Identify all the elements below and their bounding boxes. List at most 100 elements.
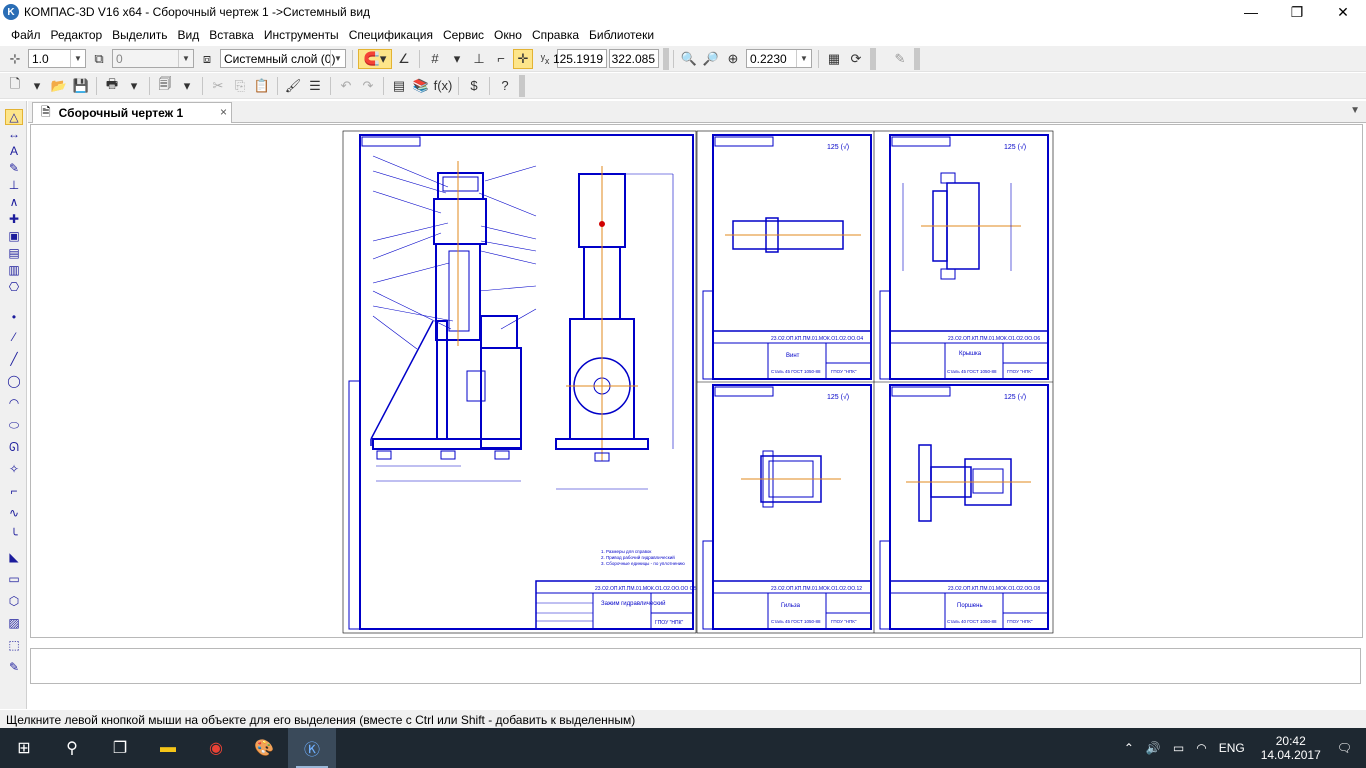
format-brush-icon[interactable]: 🖌 [283, 76, 303, 96]
properties-icon[interactable]: ✎ [890, 49, 910, 69]
zoom-all-icon[interactable]: 🔎 [701, 49, 721, 69]
drawing-sheets[interactable]: 23.О2.ОП.КП.ПМ.01.МОК.О1.О2.ОО.ОО СБ Заж… [31, 125, 1362, 637]
chrome-icon[interactable]: ◉ [192, 728, 240, 768]
variables-icon[interactable]: f(x) [433, 76, 453, 96]
continuous-input-icon[interactable]: ᘏ [5, 439, 23, 455]
clock[interactable]: 20:42 14.04.2017 [1261, 734, 1321, 762]
layers-icon[interactable]: ⧈ [197, 49, 217, 69]
preview-dropdown-icon[interactable]: ▾ [177, 76, 197, 96]
redo-icon[interactable]: ↷ [358, 76, 378, 96]
toolbar-grip[interactable] [914, 47, 920, 70]
tab-assembly-drawing[interactable]: 🗎 Сборочный чертеж 1 × [32, 102, 232, 123]
menu-select[interactable]: Выделить [107, 28, 172, 42]
save-icon[interactable]: 💾 [71, 76, 91, 96]
zoom-in-icon[interactable]: ⊕ [723, 49, 743, 69]
hatch-icon[interactable]: ▨ [5, 615, 23, 631]
drawing-canvas[interactable]: 23.О2.ОП.КП.ПМ.01.МОК.О1.О2.ОО.ОО СБ Заж… [30, 124, 1363, 638]
properties-list-icon[interactable]: ☰ [305, 76, 325, 96]
segment-icon[interactable]: ╱ [5, 351, 23, 367]
menu-service[interactable]: Сервис [438, 28, 489, 42]
rectangle-icon[interactable]: ▭ [5, 571, 23, 587]
new-document-icon[interactable]: 🗋 [5, 76, 25, 96]
zoom-combo[interactable]: 0.2230 ▼ [746, 49, 812, 68]
dimensions-tool-icon[interactable]: ↔ [5, 126, 23, 142]
close-button[interactable]: ✕ [1320, 0, 1366, 24]
report-tool-icon[interactable]: ▥ [5, 262, 23, 278]
maximize-button[interactable]: ❐ [1274, 0, 1320, 24]
insert-tool-icon[interactable]: ⎔ [5, 279, 23, 295]
menu-libraries[interactable]: Библиотеки [584, 28, 659, 42]
menu-view[interactable]: Вид [173, 28, 205, 42]
windows-start-icon[interactable]: ⊞ [0, 728, 48, 768]
symbols-tool-icon[interactable]: A [5, 143, 23, 159]
polyline-icon[interactable]: ⌐ [5, 483, 23, 499]
tab-list-icon[interactable]: ▼ [1350, 105, 1360, 116]
menu-file[interactable]: Файл [6, 28, 46, 42]
geometry-tool-icon[interactable]: △ [5, 109, 23, 125]
bezier-icon[interactable]: ∿ [5, 505, 23, 521]
new-dropdown-icon[interactable]: ▾ [27, 76, 47, 96]
menu-specification[interactable]: Спецификация [344, 28, 438, 42]
zoom-window-icon[interactable]: 🔍 [679, 49, 699, 69]
chevron-up-icon[interactable]: ⌃ [1124, 741, 1134, 755]
round-icon[interactable]: ✛ [513, 48, 533, 69]
coord-y-field[interactable]: 322.085 [609, 49, 659, 68]
print-dropdown-icon[interactable]: ▾ [124, 76, 144, 96]
menu-window[interactable]: Окно [489, 28, 527, 42]
notifications-icon[interactable]: 🗨 [1337, 741, 1352, 755]
circle-icon[interactable]: ◯ [5, 373, 23, 389]
open-folder-icon[interactable]: 📂 [49, 76, 69, 96]
layer-combo[interactable]: Системный слой (0) ▼ [220, 49, 346, 68]
paste-icon[interactable]: 📋 [252, 76, 272, 96]
nurbs-icon[interactable]: ✧ [5, 461, 23, 477]
angle-snap-icon[interactable]: ∠ [394, 49, 414, 69]
ellipse-icon[interactable]: ⬭ [5, 417, 23, 433]
measure-icon[interactable]: $ [464, 76, 484, 96]
menu-help[interactable]: Справка [527, 28, 584, 42]
style-combo[interactable]: 0 ▼ [112, 49, 194, 68]
grid-dropdown-icon[interactable]: ▾ [447, 49, 467, 69]
fillet-icon[interactable]: ╰ [5, 527, 23, 543]
local-cs-icon[interactable]: ⊥ [469, 49, 489, 69]
help-pointer-icon[interactable]: ? [495, 76, 515, 96]
cut-icon[interactable]: ✂ [208, 76, 228, 96]
parametrization-icon[interactable]: ⊥ [5, 177, 23, 193]
kompas-taskbar-icon[interactable]: Ⓚ [288, 728, 336, 768]
toolbar-grip[interactable] [663, 47, 669, 70]
select-tool-icon[interactable]: ✚ [5, 211, 23, 227]
copy-icon[interactable]: ⎘ [230, 76, 250, 96]
ortho-icon[interactable]: ⌐ [491, 49, 511, 69]
menu-insert[interactable]: Вставка [204, 28, 259, 42]
volume-icon[interactable]: 🔊 [1146, 741, 1161, 755]
refresh-icon[interactable]: ⟳ [846, 49, 866, 69]
snap-magnet-icon[interactable]: 🧲▾ [358, 48, 392, 69]
point-icon[interactable]: • [5, 309, 23, 325]
search-icon[interactable]: ⚲ [48, 728, 96, 768]
scale-combo[interactable]: 1.0 ▼ [28, 49, 86, 68]
preview-icon[interactable]: 🗐 [155, 76, 175, 96]
polygon-icon[interactable]: ⬡ [5, 593, 23, 609]
chamfer-icon[interactable]: ◣ [5, 549, 23, 565]
network-icon[interactable]: ◠ [1196, 741, 1206, 755]
minimize-button[interactable]: — [1228, 0, 1274, 24]
coord-x-field[interactable]: 125.1919 [553, 49, 607, 68]
property-panel[interactable] [30, 648, 1361, 684]
battery-icon[interactable]: ▭ [1173, 741, 1184, 755]
equidistant-icon[interactable]: ✎ [5, 659, 23, 675]
undo-icon[interactable]: ↶ [336, 76, 356, 96]
library-icon[interactable]: 📚 [411, 76, 431, 96]
grid-icon[interactable]: # [425, 49, 445, 69]
paint-icon[interactable]: 🎨 [240, 728, 288, 768]
tab-close-icon[interactable]: × [220, 105, 227, 119]
manager-icon[interactable]: ▤ [389, 76, 409, 96]
menu-edit[interactable]: Редактор [46, 28, 108, 42]
regen-icon[interactable]: ▦ [824, 49, 844, 69]
language-indicator[interactable]: ENG [1219, 741, 1245, 755]
measure-tool-icon[interactable]: ∧ [5, 194, 23, 210]
contour-icon[interactable]: ⬚ [5, 637, 23, 653]
associative-view-icon[interactable]: ▣ [5, 228, 23, 244]
menu-tools[interactable]: Инструменты [259, 28, 344, 42]
file-explorer-icon[interactable]: ▬ [144, 728, 192, 768]
spec-tool-icon[interactable]: ▤ [5, 245, 23, 261]
aux-line-icon[interactable]: ⁄ [5, 329, 23, 345]
